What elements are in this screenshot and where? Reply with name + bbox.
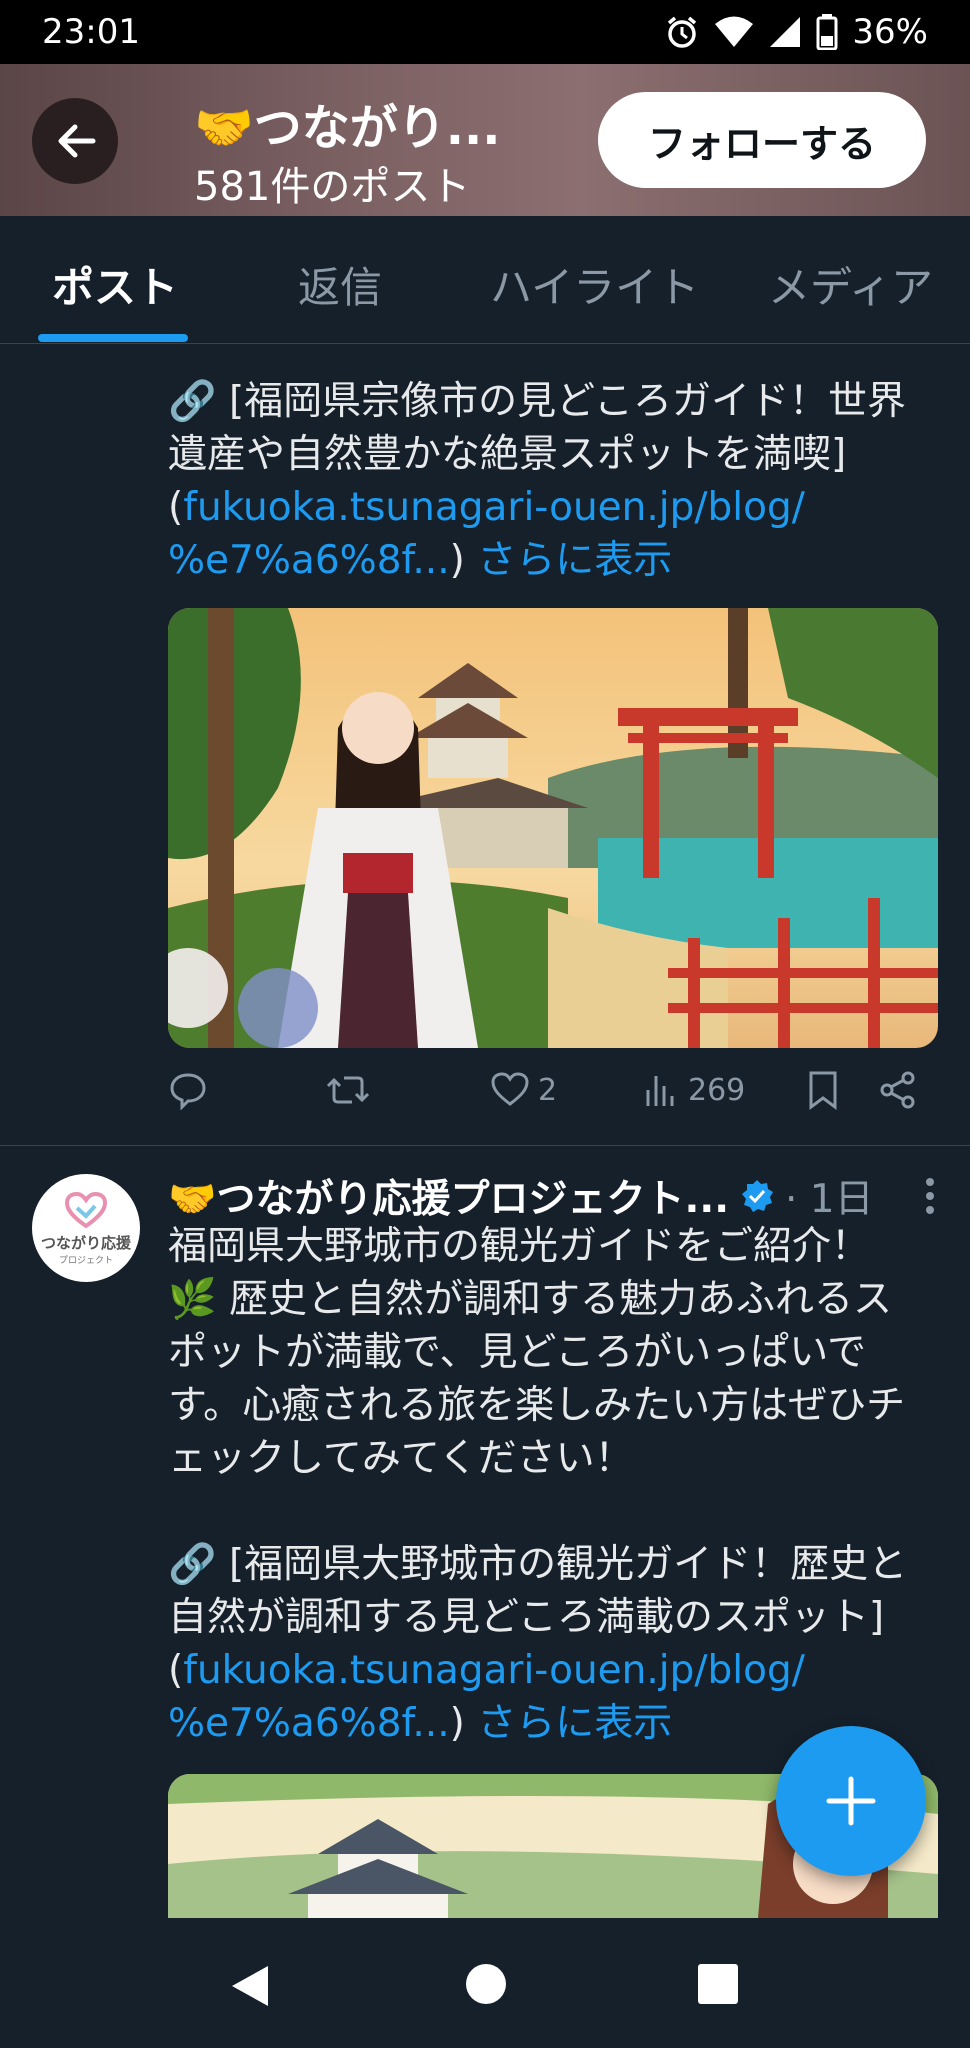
tab-highlights[interactable]: ハイライト [490,254,699,315]
arrow-left-icon [58,124,96,158]
repost-icon [326,1076,370,1104]
back-button[interactable] [32,98,118,184]
signal-icon [770,17,801,47]
post-count: 581件のポスト [194,164,471,210]
status-time: 23:01 [42,12,140,52]
tweet-2-link-cont[interactable]: %e7%a6%8f... [168,1701,450,1746]
views-button[interactable]: 269 [644,1070,745,1110]
bookmark-icon [809,1071,837,1110]
tweet-1-link[interactable]: fukuoka.tsunagari-ouen.jp/blog/ [183,485,805,530]
tab-media[interactable]: メディア [768,254,933,315]
tweet-1-image[interactable] [168,608,938,1048]
nav-back-button[interactable] [228,1962,272,2014]
status-icons: 36% [664,12,928,52]
profile-header: 🤝つながり... 581件のポスト フォローする [0,64,970,216]
bookmark-button[interactable] [806,1070,840,1110]
like-button[interactable]: 2 [490,1070,557,1110]
more-vertical-icon [926,1178,934,1214]
compose-button[interactable] [776,1726,926,1876]
like-count: 2 [538,1072,558,1108]
status-bar: 23:01 36% [0,0,970,64]
battery-icon [816,14,838,50]
views-icon [646,1076,674,1106]
tweet-author-name[interactable]: 🤝つながり応援プロジェクト... [168,1168,729,1224]
shrine-illustration [168,608,938,1048]
show-more-link[interactable]: さらに表示 [477,1701,672,1746]
triangle-back-icon [232,1966,268,2006]
tweet-2-link[interactable]: fukuoka.tsunagari-ouen.jp/blog/ [183,1648,805,1693]
alarm-icon [668,16,697,48]
tweet-1-text[interactable]: 🔗 [福岡県宗像市の見どころガイド！世界 遺産や自然豊かな絶景スポットを満喫] … [168,375,938,587]
tweet-2-text[interactable]: 福岡県大野城市の観光ガイドをご紹介！ 🌿 歴史と自然が調和する魅力あふれるス ポ… [168,1220,938,1750]
system-nav-bar [0,1918,970,2048]
reply-icon [170,1073,206,1110]
active-tab-indicator [38,334,188,342]
heart-icon [491,1072,529,1106]
wifi-icon [715,16,754,47]
view-count: 269 [688,1072,746,1108]
tab-posts[interactable]: ポスト [52,254,178,315]
follow-button[interactable]: フォローする [598,92,926,188]
verified-badge-icon [742,1180,774,1212]
nav-home-button[interactable] [464,1962,508,2010]
more-options-button[interactable] [922,1176,938,1226]
battery-percent: 36% [852,12,928,52]
share-button[interactable] [878,1070,918,1110]
tweet-divider [0,1145,970,1146]
plus-icon [826,1776,876,1826]
reply-button[interactable] [168,1070,208,1110]
tab-replies[interactable]: 返信 [298,254,382,315]
profile-tabs: ポスト 返信 ハイライト メディア [0,216,970,344]
show-more-link[interactable]: さらに表示 [477,538,672,583]
repost-button[interactable] [326,1070,370,1110]
profile-name: 🤝つながり... [194,100,501,156]
tweet-1-actions: 2 269 [168,1070,938,1126]
tweet-1-link-cont[interactable]: %e7%a6%8f... [168,538,450,583]
heart-logo-icon [64,1191,108,1229]
share-icon [880,1071,915,1109]
avatar[interactable]: つながり応援 プロジェクト [32,1174,140,1282]
square-recents-icon [698,1964,738,2004]
tweet-time[interactable]: · 1日 [785,1168,874,1224]
tweet-2-header: 🤝つながり応援プロジェクト... · 1日 [168,1168,938,1224]
circle-home-icon [466,1964,506,2004]
nav-recents-button[interactable] [696,1962,740,2010]
